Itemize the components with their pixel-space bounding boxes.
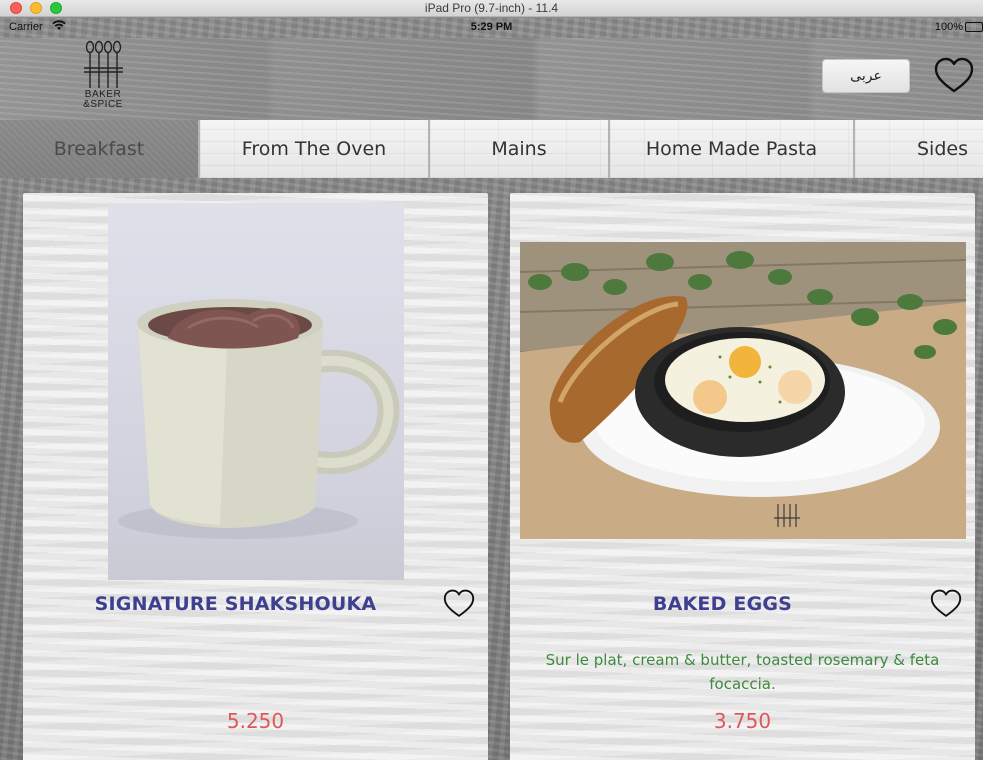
- baker-spice-logo: BAKER &SPICE: [78, 40, 128, 114]
- item-price: 3.750: [713, 709, 772, 733]
- item-price: 5.250: [226, 709, 285, 733]
- tab-breakfast[interactable]: Breakfast: [0, 120, 200, 178]
- simulator-title-bar: iPad Pro (9.7-inch) - 11.4: [0, 0, 983, 17]
- tab-sides[interactable]: Sides: [855, 120, 983, 178]
- tab-mains[interactable]: Mains: [430, 120, 610, 178]
- item-photo-baked-eggs: [520, 242, 966, 539]
- clock: 5:29 PM: [470, 21, 513, 33]
- app-screen: Carrier 5:29 PM 100% BAKER &SPICE عربى B…: [0, 18, 983, 760]
- category-tabs: Breakfast From The Oven Mains Home Made …: [0, 120, 983, 178]
- menu-item-card[interactable]: BAKED EGGS Sur le plat, cream & butter, …: [510, 193, 975, 760]
- window-title: iPad Pro (9.7-inch) - 11.4: [424, 1, 559, 15]
- menu-item-card[interactable]: SIGNATURE SHAKSHOUKA 5.250: [23, 193, 488, 760]
- item-name: SIGNATURE SHAKSHOUKA: [94, 593, 377, 615]
- item-name: BAKED EGGS: [652, 593, 793, 615]
- favorites-heart-icon[interactable]: [934, 57, 974, 95]
- item-favorite-heart-icon[interactable]: [930, 589, 962, 619]
- battery-percent: 100%: [934, 21, 963, 33]
- logo-text-spice: &SPICE: [83, 99, 123, 110]
- item-description: Sur le plat, cream & butter, toasted ros…: [545, 651, 940, 693]
- language-toggle-button[interactable]: عربى: [822, 59, 910, 93]
- item-photo-chocolate-mug: [108, 203, 404, 580]
- battery-icon: [965, 22, 983, 32]
- utensils-logo-icon: [84, 40, 123, 88]
- status-bar: Carrier 5:29 PM 100%: [0, 18, 983, 38]
- tab-home-made-pasta[interactable]: Home Made Pasta: [610, 120, 855, 178]
- tab-from-the-oven[interactable]: From The Oven: [200, 120, 430, 178]
- app-header: BAKER &SPICE عربى: [0, 38, 983, 120]
- item-favorite-heart-icon[interactable]: [443, 589, 475, 619]
